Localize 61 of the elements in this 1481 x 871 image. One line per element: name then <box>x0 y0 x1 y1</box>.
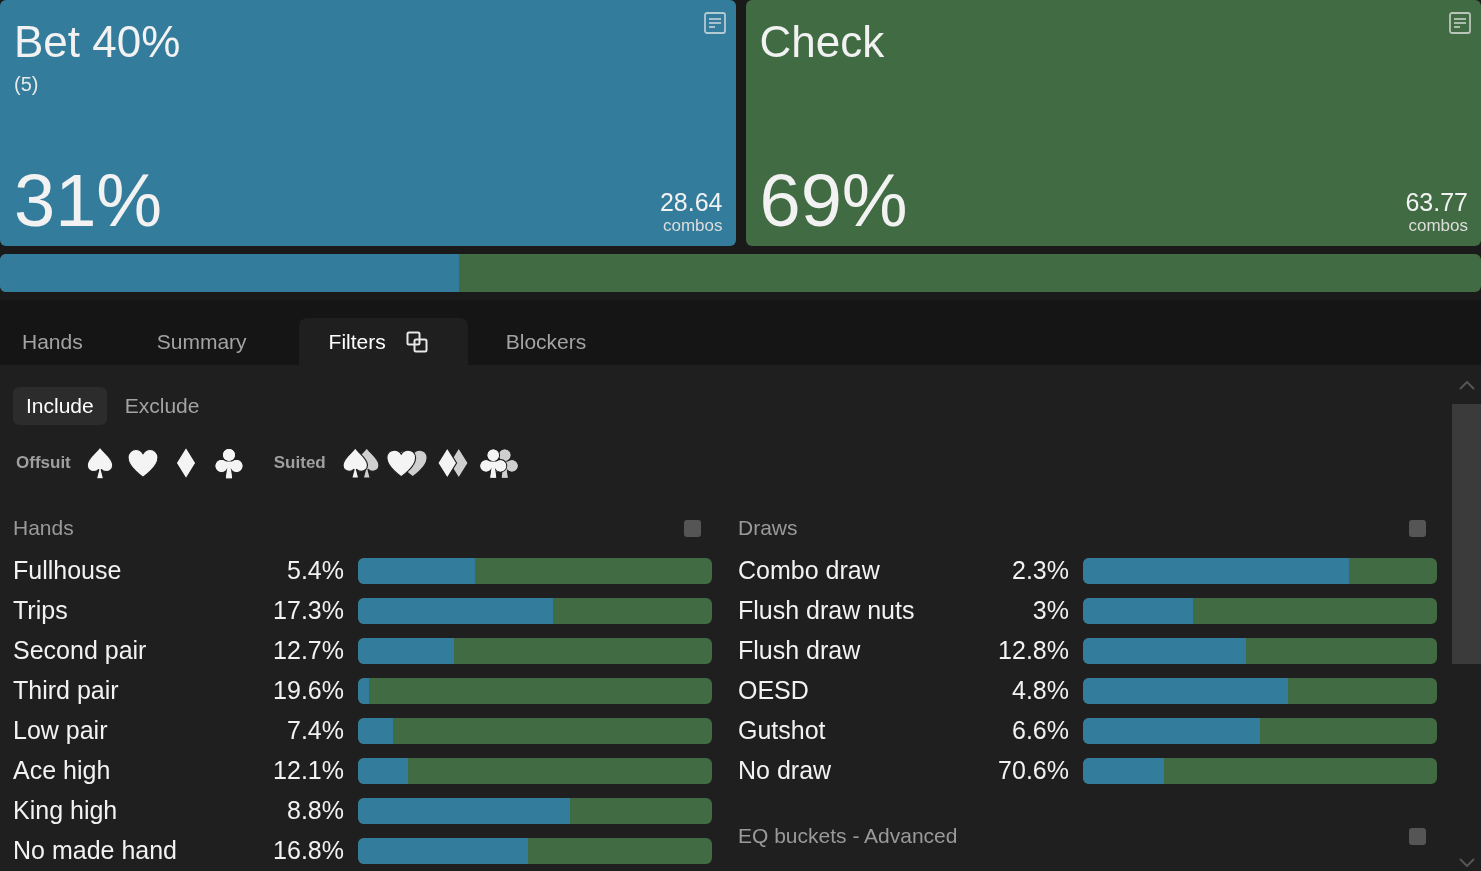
action-card[interactable]: Check 69% 63.77 combos <box>745 0 1481 246</box>
category-percent: 2.3% <box>1012 555 1069 587</box>
action-title: Bet 40% <box>14 18 181 66</box>
scrollbar-thumb[interactable] <box>1452 404 1481 664</box>
club-icon[interactable] <box>213 447 244 479</box>
category-percent: 5.4% <box>287 555 344 587</box>
action-size: (5) <box>14 72 40 96</box>
spade-icon[interactable] <box>84 447 115 479</box>
section-heading: Draws <box>738 515 798 542</box>
tab[interactable]: Summary <box>134 318 269 365</box>
category-percent: 8.8% <box>287 795 344 827</box>
suited-label: Suited <box>273 452 326 475</box>
list-icon[interactable] <box>703 12 726 34</box>
category-label: OESD <box>738 675 809 707</box>
category-percent: 19.6% <box>273 675 344 707</box>
checkbox[interactable] <box>1409 827 1426 845</box>
category-percent: 6.6% <box>1012 715 1069 747</box>
category-percent: 7.4% <box>287 715 344 747</box>
mode-toggle[interactable]: Exclude <box>111 387 213 425</box>
category-label: Second pair <box>13 635 147 667</box>
action-frequency: 31% <box>14 162 163 240</box>
category-percent: 17.3% <box>273 595 344 627</box>
copy-icon[interactable] <box>405 330 428 353</box>
combos-value: 28.64 <box>659 188 723 216</box>
tab[interactable]: Filters <box>298 318 468 365</box>
checkbox[interactable] <box>1409 519 1426 537</box>
category-percent: 12.7% <box>273 635 344 667</box>
category-label: Trips <box>13 595 68 627</box>
category-label: Flush draw <box>738 635 861 667</box>
category-label: Low pair <box>13 715 108 747</box>
action-title: Check <box>759 18 885 66</box>
category-percent: 3% <box>1032 595 1069 627</box>
category-label: No draw <box>738 755 832 787</box>
tab[interactable]: Hands <box>0 318 105 365</box>
category-label: Combo draw <box>738 555 880 587</box>
category-percent: 70.6% <box>998 755 1069 787</box>
category-label: Ace high <box>13 755 111 787</box>
checkbox[interactable] <box>684 519 701 537</box>
combos-label: combos <box>662 216 723 236</box>
combos-value: 63.77 <box>1405 188 1468 216</box>
category-label: Fullhouse <box>13 555 122 587</box>
category-percent: 12.8% <box>998 635 1069 667</box>
section-heading: Hands <box>13 515 74 542</box>
mode-toggle[interactable]: Include <box>13 387 107 425</box>
heart-icon[interactable] <box>127 447 158 479</box>
action-card[interactable]: Bet 40% (5) 31% 28.64 combos <box>0 0 736 246</box>
combos-label: combos <box>1408 216 1468 236</box>
action-frequency: 69% <box>759 162 908 240</box>
category-label: Third pair <box>13 675 119 707</box>
section-heading: EQ buckets - Advanced <box>738 823 958 850</box>
list-icon[interactable] <box>1449 12 1471 34</box>
category-percent: 4.8% <box>1012 675 1069 707</box>
category-label: No made hand <box>13 835 177 867</box>
tab[interactable]: Blockers <box>483 318 609 365</box>
category-label: Flush draw nuts <box>738 595 915 627</box>
category-percent: 12.1% <box>273 755 344 787</box>
category-percent: 16.8% <box>273 835 344 867</box>
category-label: Gutshot <box>738 715 826 747</box>
offsuit-label: Offsuit <box>16 452 71 475</box>
double-heart-icon[interactable] <box>383 447 430 479</box>
category-label: King high <box>13 795 118 827</box>
